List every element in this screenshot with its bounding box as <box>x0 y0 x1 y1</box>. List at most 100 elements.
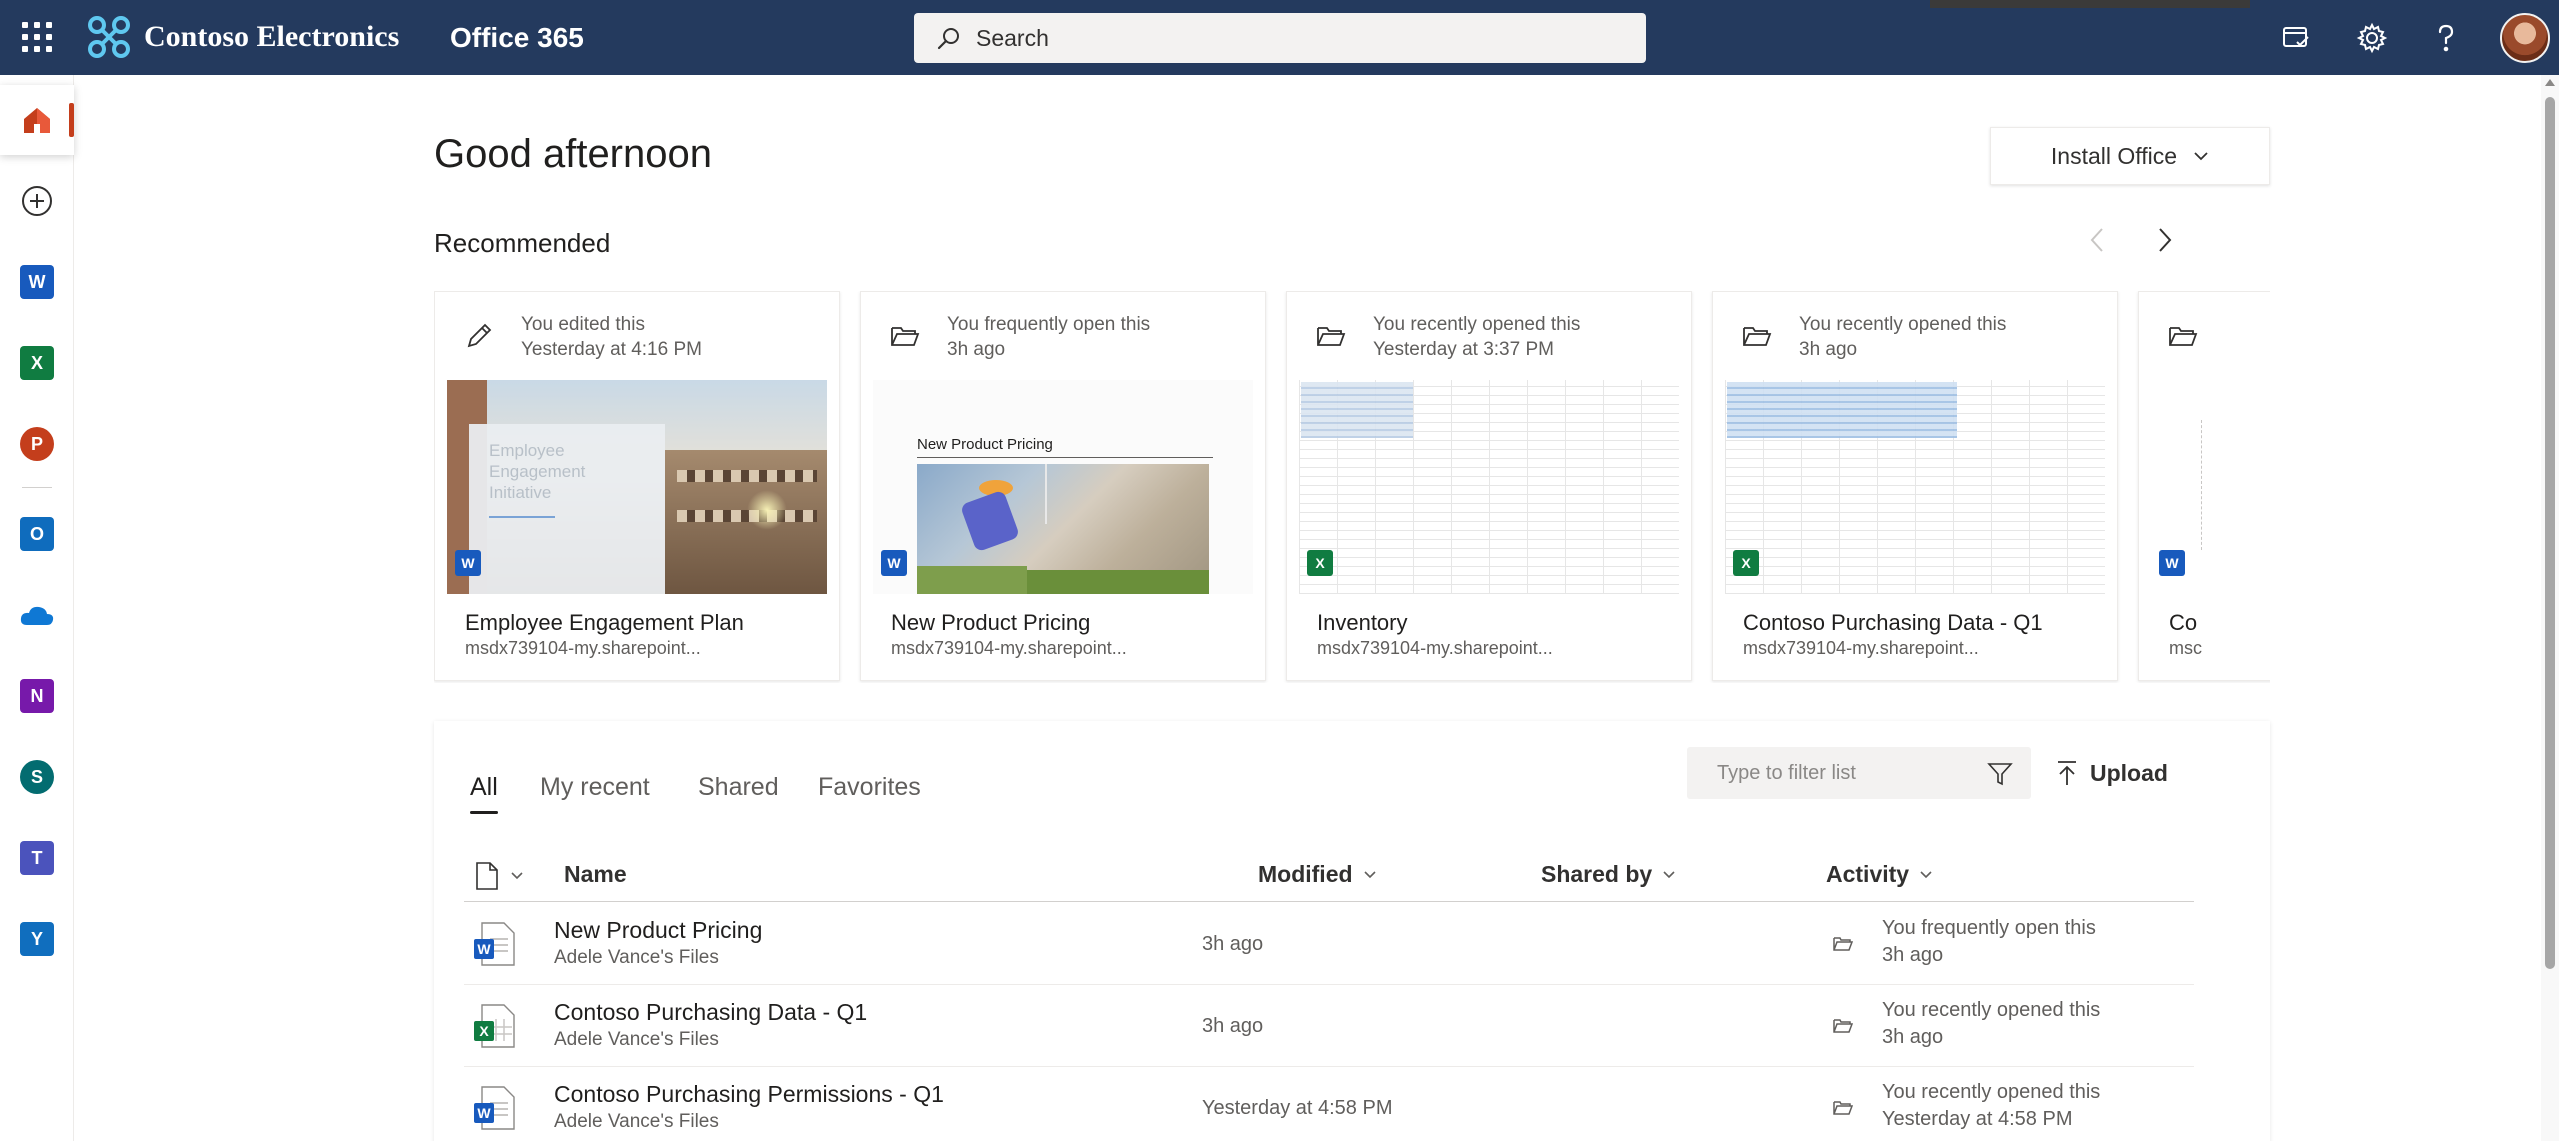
tab-all[interactable]: All <box>470 773 498 814</box>
carousel-next-button[interactable] <box>2148 223 2182 257</box>
file-location: Adele Vance's Files <box>554 947 719 968</box>
upload-button[interactable]: Upload <box>2056 751 2168 795</box>
table-row[interactable]: W Contoso Purchasing Permissions - Q1 Ad… <box>464 1067 2194 1141</box>
table-row[interactable]: W New Product Pricing Adele Vance's File… <box>464 903 2194 985</box>
thumb-text-line: Initiative <box>489 483 552 502</box>
recommended-card[interactable]: You recently opened this Yesterday at 3:… <box>1286 291 1692 681</box>
name-column-header[interactable]: Name <box>564 861 627 888</box>
thumb-text-line: Employee <box>489 441 565 460</box>
scrollbar-thumb[interactable] <box>2545 97 2555 969</box>
card-thumbnail: X <box>1725 380 2105 594</box>
card-header <box>2139 292 2270 378</box>
brand-name: Contoso Electronics <box>144 20 400 53</box>
card-time: 3h ago <box>947 339 1006 360</box>
chevron-down-icon <box>1920 870 1932 878</box>
chevron-down-icon <box>511 872 523 880</box>
card-file-location: msc <box>2169 638 2202 658</box>
page-scrollbar[interactable] <box>2541 75 2559 1141</box>
word-icon: W <box>881 550 907 576</box>
thumb-text-line: Engagement <box>489 462 586 481</box>
upload-label: Upload <box>2090 759 2168 786</box>
install-office-button[interactable]: Install Office <box>1990 127 2270 185</box>
card-header: You recently opened this 3h ago <box>1713 292 2117 378</box>
card-thumbnail: New Product Pricing W <box>873 380 1253 594</box>
file-activity-time: 3h ago <box>1882 1026 1944 1048</box>
rail-yammer[interactable]: Y <box>0 904 74 974</box>
upload-arrow-icon <box>2058 761 2076 785</box>
activity-column-header[interactable]: Activity <box>1826 861 1933 888</box>
shared-by-column-header[interactable]: Shared by <box>1541 861 1676 888</box>
tab-shared[interactable]: Shared <box>698 773 779 802</box>
card-file-name: Contoso Purchasing Data - Q1 <box>1743 610 2043 635</box>
greeting-heading: Good afternoon <box>434 132 712 176</box>
card-header: You recently opened this Yesterday at 3:… <box>1287 292 1691 378</box>
card-header: You frequently open this 3h ago <box>861 292 1265 378</box>
header-divider <box>464 901 2194 902</box>
search-box[interactable]: Search <box>914 13 1646 63</box>
file-modified: 3h ago <box>1202 933 1264 955</box>
card-activity: You edited this <box>521 314 645 335</box>
name-column-label: Name <box>564 861 627 887</box>
card-activity: You recently opened this <box>1373 314 1581 335</box>
file-name[interactable]: Contoso Purchasing Permissions - Q1 <box>554 1081 944 1108</box>
tab-favorites[interactable]: Favorites <box>818 773 921 802</box>
brand[interactable]: Contoso Electronics <box>86 14 399 60</box>
rail-onedrive[interactable] <box>0 580 74 650</box>
settings-gear-icon[interactable] <box>2354 20 2390 56</box>
modified-column-label: Modified <box>1258 861 1353 887</box>
file-activity: You recently opened this <box>1882 999 2101 1021</box>
app-name[interactable]: Office 365 <box>450 22 584 54</box>
filter-icon[interactable] <box>1987 761 2013 787</box>
dark-tab <box>1930 0 2250 8</box>
rail-home[interactable] <box>0 85 74 155</box>
onenote-icon: N <box>20 679 54 713</box>
recommended-card[interactable]: You recently opened this 3h ago X Contos… <box>1712 291 2118 681</box>
folder-open-icon <box>1833 1019 1854 1033</box>
rail-sharepoint[interactable]: S <box>0 742 74 812</box>
rail-onenote[interactable]: N <box>0 661 74 731</box>
user-avatar[interactable] <box>2500 13 2550 63</box>
document-icon <box>476 862 498 890</box>
folder-open-icon <box>1743 327 1772 346</box>
carousel-prev-button[interactable] <box>2080 223 2114 257</box>
chevron-down-icon <box>1663 870 1675 878</box>
file-name[interactable]: Contoso Purchasing Data - Q1 <box>554 999 867 1026</box>
contoso-logo-icon <box>88 16 130 58</box>
rail-outlook[interactable]: O <box>0 499 74 569</box>
file-type-column-header[interactable] <box>474 861 524 891</box>
file-activity: You recently opened this <box>1882 1081 2101 1103</box>
tab-my-recent[interactable]: My recent <box>540 773 650 802</box>
rail-excel[interactable]: X <box>0 328 74 398</box>
modified-column-header[interactable]: Modified <box>1258 861 1377 888</box>
search-placeholder: Search <box>976 24 1049 51</box>
card-file-location: msdx739104-my.sharepoint... <box>465 638 701 658</box>
rail-create[interactable] <box>0 166 74 236</box>
my-day-icon[interactable] <box>2278 20 2314 56</box>
card-file-name: Employee Engagement Plan <box>465 610 744 635</box>
card-file-name: New Product Pricing <box>891 610 1091 635</box>
chevron-down-icon <box>2194 152 2208 161</box>
rail-teams[interactable]: T <box>0 823 74 893</box>
recommended-card[interactable]: You frequently open this 3h ago New Prod… <box>860 291 1266 681</box>
chevron-down-icon <box>1363 870 1376 878</box>
table-row[interactable]: X Contoso Purchasing Data - Q1 Adele Van… <box>464 985 2194 1067</box>
shared-by-column-label: Shared by <box>1541 861 1653 887</box>
recommended-card[interactable]: W Co msc <box>2138 291 2270 681</box>
file-location: Adele Vance's Files <box>554 1029 719 1050</box>
rail-word[interactable]: W <box>0 247 74 317</box>
scroll-up-arrow-icon[interactable] <box>2545 79 2555 86</box>
card-thumbnail: W <box>2151 380 2270 594</box>
main-content: Good afternoon Install Office Recommende… <box>74 75 2544 1141</box>
app-launcher-icon[interactable] <box>22 22 52 52</box>
folder-open-icon <box>1833 1101 1854 1115</box>
card-activity: You frequently open this <box>947 314 1151 335</box>
rail-powerpoint[interactable]: P <box>0 409 74 479</box>
recommended-card[interactable]: You edited this Yesterday at 4:16 PM Emp… <box>434 291 840 681</box>
powerpoint-icon: P <box>20 427 54 461</box>
folder-open-icon <box>1317 327 1346 346</box>
filter-input[interactable]: Type to filter list <box>1687 747 2031 799</box>
file-name[interactable]: New Product Pricing <box>554 917 762 944</box>
help-icon[interactable] <box>2428 20 2464 56</box>
files-panel: All My recent Shared Favorites Type to f… <box>434 721 2270 1141</box>
file-activity: You frequently open this <box>1882 917 2096 939</box>
